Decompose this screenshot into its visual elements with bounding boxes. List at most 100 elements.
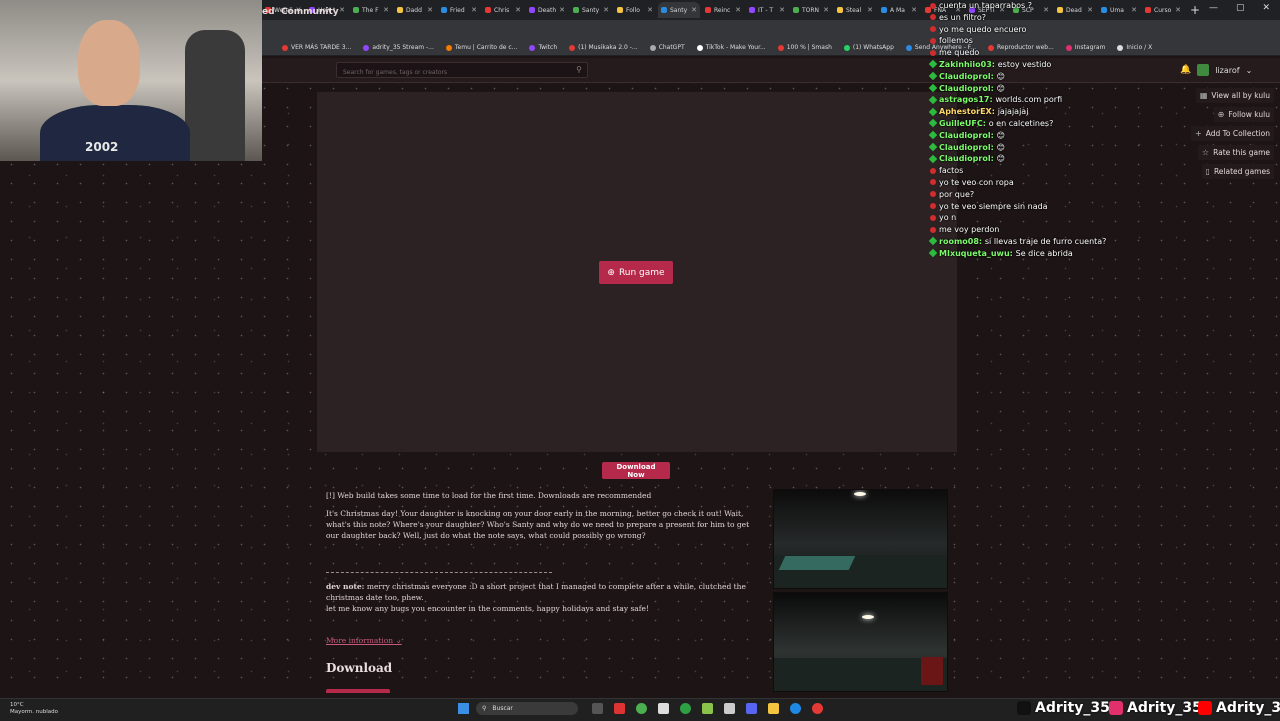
folder-icon[interactable] (768, 703, 779, 714)
follow-author-button[interactable]: ⊕ Follow kulu (1213, 107, 1274, 122)
taskbar-search[interactable]: ⚲ Buscar (476, 702, 578, 715)
new-tab-button[interactable]: + (1190, 3, 1200, 17)
weather-widget[interactable]: 10°C Mayorm. nublado (10, 702, 58, 716)
chat-username: Zakinhiio03: (939, 59, 998, 69)
close-window-icon[interactable]: ✕ (1262, 3, 1270, 13)
close-tab-icon[interactable]: ✕ (471, 6, 477, 14)
bookmark-item[interactable]: ChatGPT (649, 44, 685, 51)
browser-tab[interactable]: A Ma ✕ (878, 2, 920, 18)
download-button-partial[interactable] (326, 689, 390, 693)
chat-text: yo te veo siempre sin nada (939, 201, 1048, 211)
bookmark-item[interactable]: (1) Musikaka 2.0 -... (569, 44, 638, 51)
close-tab-icon[interactable]: ✕ (603, 6, 609, 14)
bookmark-item[interactable]: TikTok - Make Your... (696, 44, 766, 51)
browser-tab[interactable]: The F ✕ (350, 2, 392, 18)
file-icon[interactable] (658, 703, 669, 714)
bookmark-item[interactable]: (1) WhatsApp (843, 44, 894, 51)
close-tab-icon[interactable]: ✕ (383, 6, 389, 14)
search-input[interactable] (337, 64, 575, 81)
discord-icon[interactable] (746, 703, 757, 714)
chevron-down-icon: ⌄ (395, 636, 402, 645)
browser-tab[interactable]: Dadd ✕ (394, 2, 436, 18)
xbox-icon[interactable] (680, 703, 691, 714)
maximize-icon[interactable]: ▢ (1236, 3, 1245, 13)
close-tab-icon[interactable]: ✕ (735, 6, 741, 14)
rate-game-button[interactable]: ☆ Rate this game (1197, 145, 1274, 160)
bookmark-item[interactable]: VER MÁS TARDE 3... (282, 44, 351, 51)
browser-tab[interactable]: Steal ✕ (834, 2, 876, 18)
chat-badge-icon (930, 179, 936, 186)
browser-tab[interactable]: Chris ✕ (482, 2, 524, 18)
run-game-button[interactable]: ⊕ Run game (599, 261, 673, 284)
chat-text: si llevas traje de furro cuenta? (984, 236, 1107, 246)
search-icon[interactable]: ⚲ (576, 65, 582, 74)
chat-username: MIxuqueta_uwu: (939, 248, 1016, 258)
social-youtube: Adrity_35 (1198, 700, 1280, 716)
browser-tab[interactable]: Reinc ✕ (702, 2, 744, 18)
close-tab-icon[interactable]: ✕ (647, 6, 653, 14)
edge-icon[interactable] (790, 703, 801, 714)
chat-badge-icon (928, 248, 938, 258)
close-tab-icon[interactable]: ✕ (339, 6, 345, 14)
user-menu[interactable]: 🔔 lizarof ⌄ (1180, 64, 1252, 76)
bell-icon[interactable]: 🔔 (1180, 65, 1191, 75)
chat-badge-icon (928, 131, 938, 140)
windows-start-icon[interactable] (458, 703, 469, 714)
task-view-icon[interactable] (592, 703, 603, 714)
close-tab-icon[interactable]: ✕ (427, 6, 433, 14)
browser-tab[interactable]: Santy ✕ (570, 2, 612, 18)
bookmark-favicon-icon (696, 44, 703, 51)
grid-icon: ▦ (1199, 91, 1208, 100)
minimize-icon[interactable]: — (1209, 3, 1218, 13)
add-to-collection-button[interactable]: + Add To Collection (1191, 126, 1274, 141)
browser-tab[interactable]: Santy ✕ (658, 2, 700, 18)
bookmark-item[interactable]: 100 % | Smash (777, 44, 832, 51)
app-icon[interactable] (812, 703, 823, 714)
run-game-label: Run game (618, 267, 665, 278)
app-icon[interactable] (724, 703, 735, 714)
chat-username: Claudioprol: (939, 154, 997, 164)
chat-message: astragos17: worlds.com porfi (928, 94, 1180, 106)
chat-message: cuenta un taparrabos ? (930, 0, 1180, 12)
chat-message: yo te veo con ropa (930, 177, 1180, 189)
opera-icon[interactable] (614, 703, 625, 714)
close-tab-icon[interactable]: ✕ (867, 6, 873, 14)
close-tab-icon[interactable]: ✕ (823, 6, 829, 14)
chat-message: Zakinhiio03: estoy vestido (928, 59, 1180, 71)
close-tab-icon[interactable]: ✕ (691, 6, 697, 14)
chevron-down-icon[interactable]: ⌄ (1246, 66, 1253, 75)
chat-username: Claudioprol: (939, 130, 997, 140)
game-screenshot[interactable] (773, 489, 948, 589)
book-icon: ▯ (1205, 167, 1210, 176)
close-tab-icon[interactable]: ✕ (911, 6, 917, 14)
bookmark-favicon-icon (905, 44, 912, 51)
tab-label: Reinc (714, 6, 731, 14)
close-tab-icon[interactable]: ✕ (559, 6, 565, 14)
app-icon[interactable] (702, 703, 713, 714)
close-tab-icon[interactable]: ✕ (779, 6, 785, 14)
chat-badge-icon (930, 14, 936, 21)
browser-tab[interactable]: Fried ✕ (438, 2, 480, 18)
browser-tab[interactable]: Death ✕ (526, 2, 568, 18)
chat-text: 😊 (996, 142, 1005, 152)
browser-tab[interactable]: Follo ✕ (614, 2, 656, 18)
bookmark-item[interactable]: Twitch (529, 44, 557, 51)
more-information-link[interactable]: More information ⌄ (326, 635, 402, 646)
download-now-button[interactable]: Download Now (602, 462, 670, 479)
related-games-link[interactable]: ▯ Related games (1201, 164, 1274, 179)
view-all-by-author-link[interactable]: ▦ View all by kulu (1195, 88, 1274, 103)
chrome-icon[interactable] (636, 703, 647, 714)
chat-username: GuilleUFC: (939, 118, 989, 128)
bookmark-item[interactable]: Temu | Carrito de c... (445, 44, 517, 51)
game-screenshot[interactable] (773, 592, 948, 692)
close-tab-icon[interactable]: ✕ (515, 6, 521, 14)
browser-tab[interactable]: IT - T ✕ (746, 2, 788, 18)
bookmark-item[interactable]: adrity_35 Stream -... (363, 44, 434, 51)
browser-tab[interactable]: TORN ✕ (790, 2, 832, 18)
nav-link-community[interactable]: Community (281, 7, 339, 17)
tiktok-icon (1017, 701, 1031, 715)
story-paragraph: It's Christmas day! Your daughter is kno… (326, 509, 750, 540)
nav-link-partial[interactable]: ed (262, 7, 275, 17)
bookmark-favicon-icon (843, 44, 850, 51)
chat-text: es un filtro? (939, 12, 986, 22)
